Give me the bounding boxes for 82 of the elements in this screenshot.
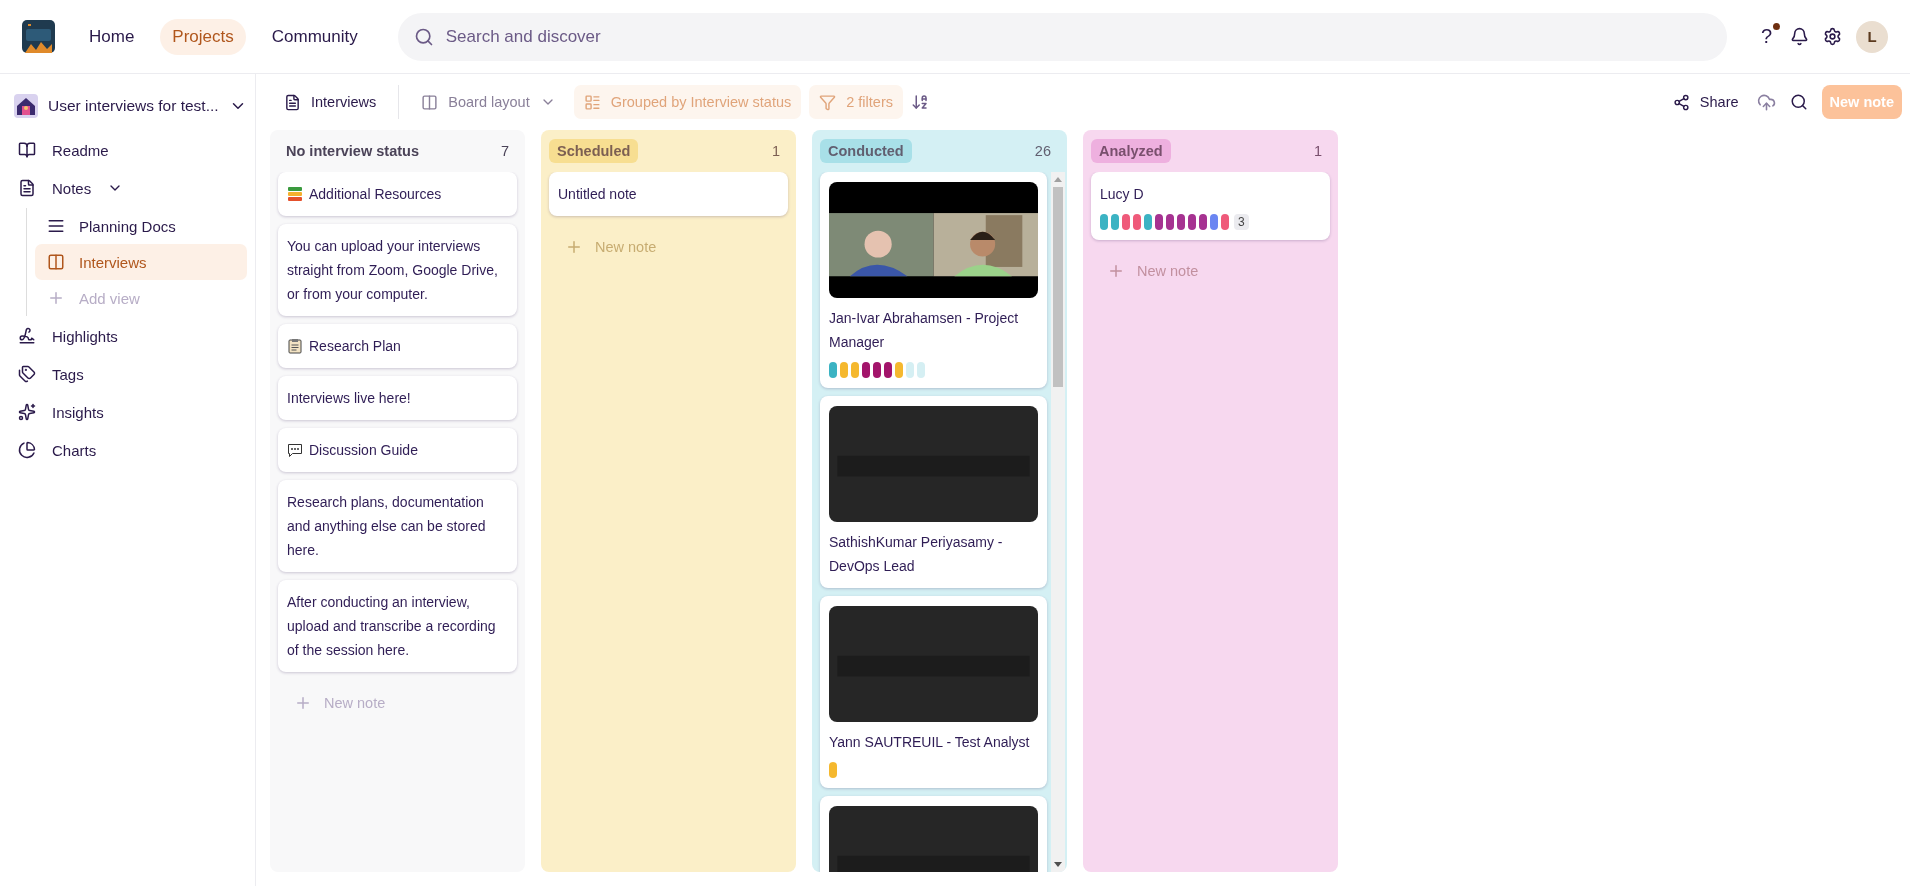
note-card[interactable]: Interviews live here! [278,376,517,420]
sidebar-item[interactable]: Insights [14,394,247,430]
plus-icon [294,694,312,712]
nav-tab[interactable]: Community [259,18,370,55]
note-title: Untitled note [558,185,637,204]
logo-icon[interactable] [22,20,55,53]
sidebar-item[interactable]: Readme [14,132,247,168]
sidebar-label: Insights [52,403,104,421]
note-title: Discussion Guide [309,441,418,460]
note-card[interactable]: Lucy D 3 [1091,172,1330,240]
status-label: Analyzed [1091,139,1171,163]
note-title: Additional Resources [309,185,442,204]
status-label: Scheduled [549,139,639,163]
note-card[interactable]: You can upload your interviews straight from Zoom, Google Drive, or from your computer. [278,224,517,316]
lines-icon [47,217,65,235]
document-icon [284,93,301,111]
share-icon [1672,93,1690,111]
search-icon[interactable] [1789,93,1808,111]
note-card[interactable]: Research Plan [278,324,517,368]
note-title: After conducting an interview, upload and transcribe a recording of the session here. [287,593,497,660]
plus-icon [1107,262,1125,280]
note-title: Jan-Ivar Abrahamsen - Project Manager [829,309,1020,352]
settings-icon[interactable] [1823,27,1842,46]
column-count: 7 [500,143,509,159]
nav-tab[interactable]: Home [77,18,147,55]
sidebar-label: Highlights [52,327,118,345]
tags-icon [18,365,36,383]
sidebar-item[interactable]: Highlights [14,318,247,354]
books-icon [287,186,303,202]
note-card[interactable]: Research plans, documentation and anything else can be stored here. [278,480,517,572]
column-title: No interview status [285,142,420,161]
project-title: User interviews for test... [48,97,219,115]
sidebar-label: Tags [52,365,84,383]
column-count: 26 [1034,143,1051,159]
house-icon [14,94,38,118]
note-title: Lucy D [1100,185,1144,204]
more-tags-count: 3 [1234,214,1249,230]
board-icon [47,253,65,271]
column-count: 1 [771,143,780,159]
bell-icon[interactable] [1790,27,1809,46]
plus-icon [565,238,583,256]
view-tab[interactable]: Interviews [274,85,387,119]
note-card[interactable]: Additional Resources [278,172,517,216]
sidebar-label: Charts [52,441,97,459]
share-button[interactable]: Share [1662,85,1749,119]
note-title: Research plans, documentation and anything else can be stored here. [287,493,487,560]
note-title: You can upload your interviews straight from Zoom, Google Drive, or from your computer. [287,237,499,304]
sidebar-item[interactable]: Notes [14,170,247,206]
sidebar-subitem[interactable]: Interviews [35,244,247,280]
sidebar-item[interactable]: Charts [14,432,247,468]
status-label: Conducted [820,139,912,163]
note-card[interactable]: Untitled note [549,172,788,216]
column-count: 1 [1313,143,1322,159]
help-button[interactable]: ? [1756,25,1776,48]
sidebar-label: Readme [52,141,109,159]
nav-tab[interactable]: Projects [160,18,246,55]
note-title: SathishKumar Periyasamy - DevOps Lead [829,533,1004,576]
note-card[interactable]: SathishKumar Periyasamy - DevOps Lead [820,396,1047,588]
note-card[interactable]: After conducting an interview, upload and transcribe a recording of the session here. [278,580,517,672]
list-icon [583,93,601,111]
search-field[interactable]: Search and discover [397,12,1727,61]
note-title: Research Plan [309,337,401,356]
upload-icon[interactable] [1756,92,1776,112]
plus-icon [47,289,65,307]
filter-icon [819,93,837,111]
project-selector[interactable]: User interviews for test... [14,86,247,126]
speech-bubble-icon [287,442,303,458]
sort-icon[interactable] [911,93,929,111]
search-icon [413,26,434,47]
note-card[interactable]: Jan-Ivar Abrahamsen - Project Manager [820,172,1047,388]
note-card[interactable]: Discussion Guide [278,428,517,472]
board-icon [421,93,439,111]
note-title: Interviews live here! [287,389,411,408]
note-card[interactable]: Yann SAUTREUIL - Test Analyst [820,596,1047,788]
sidebar-subitem[interactable]: Planning Docs [35,208,247,244]
clipboard-icon [287,338,303,354]
sidebar-item[interactable]: Tags [14,356,247,392]
user-avatar[interactable]: L [1856,20,1888,53]
layout-dropdown[interactable]: Board layout [411,85,566,119]
note-title: Yann SAUTREUIL - Test Analyst [829,733,1030,752]
sidebar-label: Notes [52,179,92,197]
scrollbar[interactable] [1051,172,1065,872]
